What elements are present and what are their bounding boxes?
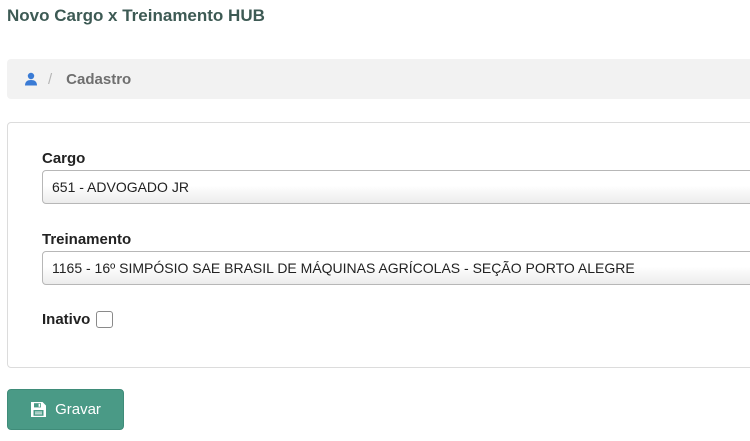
breadcrumb-separator: / [48,70,53,88]
form-panel: Cargo 651 - ADVOGADO JR Treinamento 1165… [7,122,750,368]
save-button-label: Gravar [55,401,101,418]
user-icon[interactable] [24,72,38,86]
save-button[interactable]: Gravar [7,389,124,430]
breadcrumb: / Cadastro [7,59,750,99]
inativo-row: Inativo [42,311,114,328]
treinamento-label: Treinamento [42,231,132,248]
inativo-label: Inativo [42,311,91,328]
cargo-label: Cargo [42,150,86,167]
page-title: Novo Cargo x Treinamento HUB [7,6,265,25]
treinamento-select[interactable]: 1165 - 16º SIMPÓSIO SAE BRASIL DE MÁQUIN… [42,251,750,285]
save-icon [30,401,47,418]
cargo-select[interactable]: 651 - ADVOGADO JR [42,170,750,204]
breadcrumb-current: Cadastro [66,70,132,88]
inativo-checkbox[interactable] [96,311,114,328]
